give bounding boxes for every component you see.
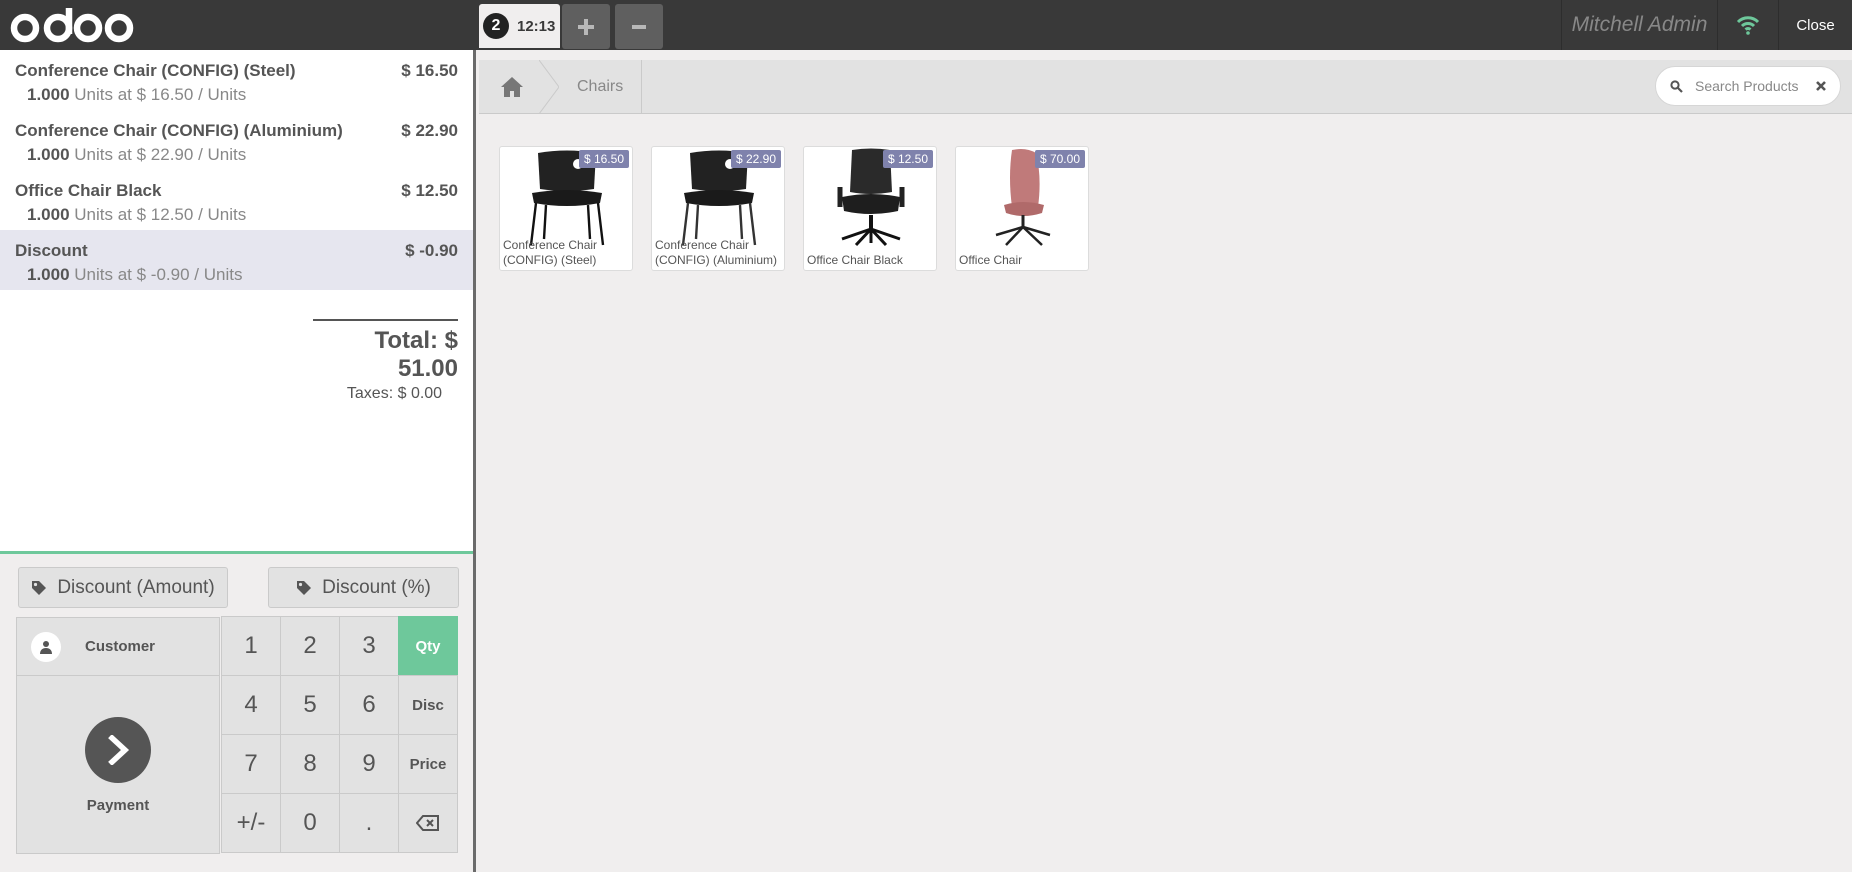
product-card[interactable]: $ 22.90 Conference Chair (CONFIG) (Alumi… <box>651 146 785 271</box>
order-total: Total: $ 51.00 <box>374 327 458 382</box>
topbar: 2 12:13 Mitchell Admin Close <box>0 0 1852 50</box>
order-time: 12:13 <box>517 17 556 35</box>
numpad-key-decimal[interactable]: . <box>339 793 399 853</box>
discount-amount-button[interactable]: Discount (Amount) <box>18 567 228 608</box>
product-name: Office Chair Black <box>807 253 903 267</box>
product-price: $ 12.50 <box>882 150 933 168</box>
orderline-qty: 1.000 <box>27 205 70 224</box>
payment-label: Payment <box>86 796 150 814</box>
discount-percent-label: Discount (%) <box>322 576 431 598</box>
wifi-icon <box>1736 16 1760 35</box>
orderline-price: $ 16.50 <box>401 61 458 80</box>
numpad-key-2[interactable]: 2 <box>280 616 340 676</box>
breadcrumb-chairs[interactable]: Chairs <box>559 60 643 114</box>
orderline-price: $ -0.90 <box>405 241 458 260</box>
orderline-info: 1.000 Units at $ 22.90 / Units <box>15 145 458 165</box>
numpad-key-plus-minus[interactable]: +/- <box>221 793 281 853</box>
orderline-name: Conference Chair (CONFIG) (Steel) <box>15 61 296 80</box>
numpad-key-6[interactable]: 6 <box>339 675 399 735</box>
home-button[interactable] <box>479 60 545 114</box>
search-icon <box>1670 79 1683 93</box>
orderline-unit-price: Units at $ 22.90 / Units <box>69 145 247 164</box>
numpad-key-9[interactable]: 9 <box>339 734 399 794</box>
orderline-info: 1.000 Units at $ 12.50 / Units <box>15 205 458 225</box>
numpad-key-5[interactable]: 5 <box>280 675 340 735</box>
order-number-badge: 2 <box>483 13 509 39</box>
tag-icon <box>297 580 312 595</box>
search-input[interactable] <box>1695 78 1815 94</box>
breadcrumb-separator <box>539 60 559 114</box>
backspace-icon <box>416 815 439 831</box>
orderline-price: $ 22.90 <box>401 121 458 140</box>
chevron-right-icon <box>85 716 151 783</box>
discount-amount-label: Discount (Amount) <box>57 576 215 598</box>
orderline-qty: 1.000 <box>27 145 70 164</box>
numpad-key-4[interactable]: 4 <box>221 675 281 735</box>
orderline[interactable]: Conference Chair (CONFIG) (Aluminium) $ … <box>0 110 473 170</box>
product-card[interactable]: $ 12.50 Office Chair Black <box>803 146 937 271</box>
clear-search-icon[interactable] <box>1814 79 1828 93</box>
search-box <box>1655 66 1841 106</box>
plus-icon <box>578 18 594 35</box>
order-summary: Total: $ 51.00 Taxes: $ 0.00 <box>313 319 458 403</box>
numpad-key-3[interactable]: 3 <box>339 616 399 676</box>
product-price: $ 70.00 <box>1034 150 1085 168</box>
orderline-name: Office Chair Black <box>15 181 162 200</box>
orderline-qty: 1.000 <box>27 265 70 284</box>
order-container: Conference Chair (CONFIG) (Steel) $ 16.5… <box>0 50 473 554</box>
minus-icon <box>632 24 646 29</box>
order-taxes: Taxes: $ 0.00 <box>346 385 443 402</box>
orderline-selected[interactable]: Discount $ -0.90 1.000 Units at $ -0.90 … <box>0 230 473 290</box>
product-price: $ 16.50 <box>578 150 629 168</box>
orderline[interactable]: Conference Chair (CONFIG) (Steel) $ 16.5… <box>0 50 473 110</box>
discount-percent-button[interactable]: Discount (%) <box>268 567 459 608</box>
orderline-price: $ 12.50 <box>401 181 458 200</box>
orderline[interactable]: Office Chair Black $ 12.50 1.000 Units a… <box>0 170 473 230</box>
odoo-logo <box>10 8 134 43</box>
product-card[interactable]: $ 70.00 Office Chair <box>955 146 1089 271</box>
numpad-key-0[interactable]: 0 <box>280 793 340 853</box>
orderline-name: Discount <box>15 241 88 260</box>
qty-mode-button[interactable]: Qty <box>398 616 458 676</box>
orderline-info: 1.000 Units at $ 16.50 / Units <box>15 85 458 105</box>
remove-order-button[interactable] <box>615 4 663 49</box>
set-customer-button[interactable]: Customer <box>17 618 219 676</box>
product-price: $ 22.90 <box>730 150 781 168</box>
actionpad: Customer Payment <box>16 617 220 854</box>
disc-mode-button[interactable]: Disc <box>398 675 458 735</box>
numpad-key-1[interactable]: 1 <box>221 616 281 676</box>
home-icon <box>501 77 523 97</box>
orderline-unit-price: Units at $ -0.90 / Units <box>69 265 243 284</box>
orderline-name: Conference Chair (CONFIG) (Aluminium) <box>15 121 343 140</box>
orderline-unit-price: Units at $ 12.50 / Units <box>69 205 247 224</box>
user-icon <box>31 631 61 662</box>
product-name: Conference Chair (CONFIG) (Aluminium) <box>655 238 777 267</box>
numpad-key-7[interactable]: 7 <box>221 734 281 794</box>
price-mode-button[interactable]: Price <box>398 734 458 794</box>
product-name: Office Chair <box>959 253 1023 267</box>
product-name: Conference Chair (CONFIG) (Steel) <box>503 238 598 267</box>
product-card[interactable]: $ 16.50 Conference Chair (CONFIG) (Steel… <box>499 146 633 271</box>
user-name[interactable]: Mitchell Admin <box>1561 0 1718 50</box>
add-order-button[interactable] <box>562 4 610 49</box>
connection-status[interactable] <box>1718 0 1779 50</box>
numpad-key-8[interactable]: 8 <box>280 734 340 794</box>
backspace-button[interactable] <box>398 793 458 853</box>
customer-label: Customer <box>85 638 156 655</box>
breadcrumb-bar: Chairs <box>479 60 1852 114</box>
left-pane: Conference Chair (CONFIG) (Steel) $ 16.5… <box>0 50 476 872</box>
orderline-info: 1.000 Units at $ -0.90 / Units <box>15 265 458 285</box>
products-screen: Chairs $ 16.50 Conference Chair (CONFIG)… <box>479 50 1852 872</box>
close-button[interactable]: Close <box>1779 0 1852 50</box>
numpad: 1 2 3 Qty 4 5 6 Disc 7 8 9 Price +/- 0 . <box>221 616 460 854</box>
tag-icon <box>32 580 47 595</box>
order-tab[interactable]: 2 12:13 <box>479 4 560 48</box>
payment-button[interactable]: Payment <box>17 677 219 853</box>
orderline-qty: 1.000 <box>27 85 70 104</box>
orderline-unit-price: Units at $ 16.50 / Units <box>69 85 247 104</box>
